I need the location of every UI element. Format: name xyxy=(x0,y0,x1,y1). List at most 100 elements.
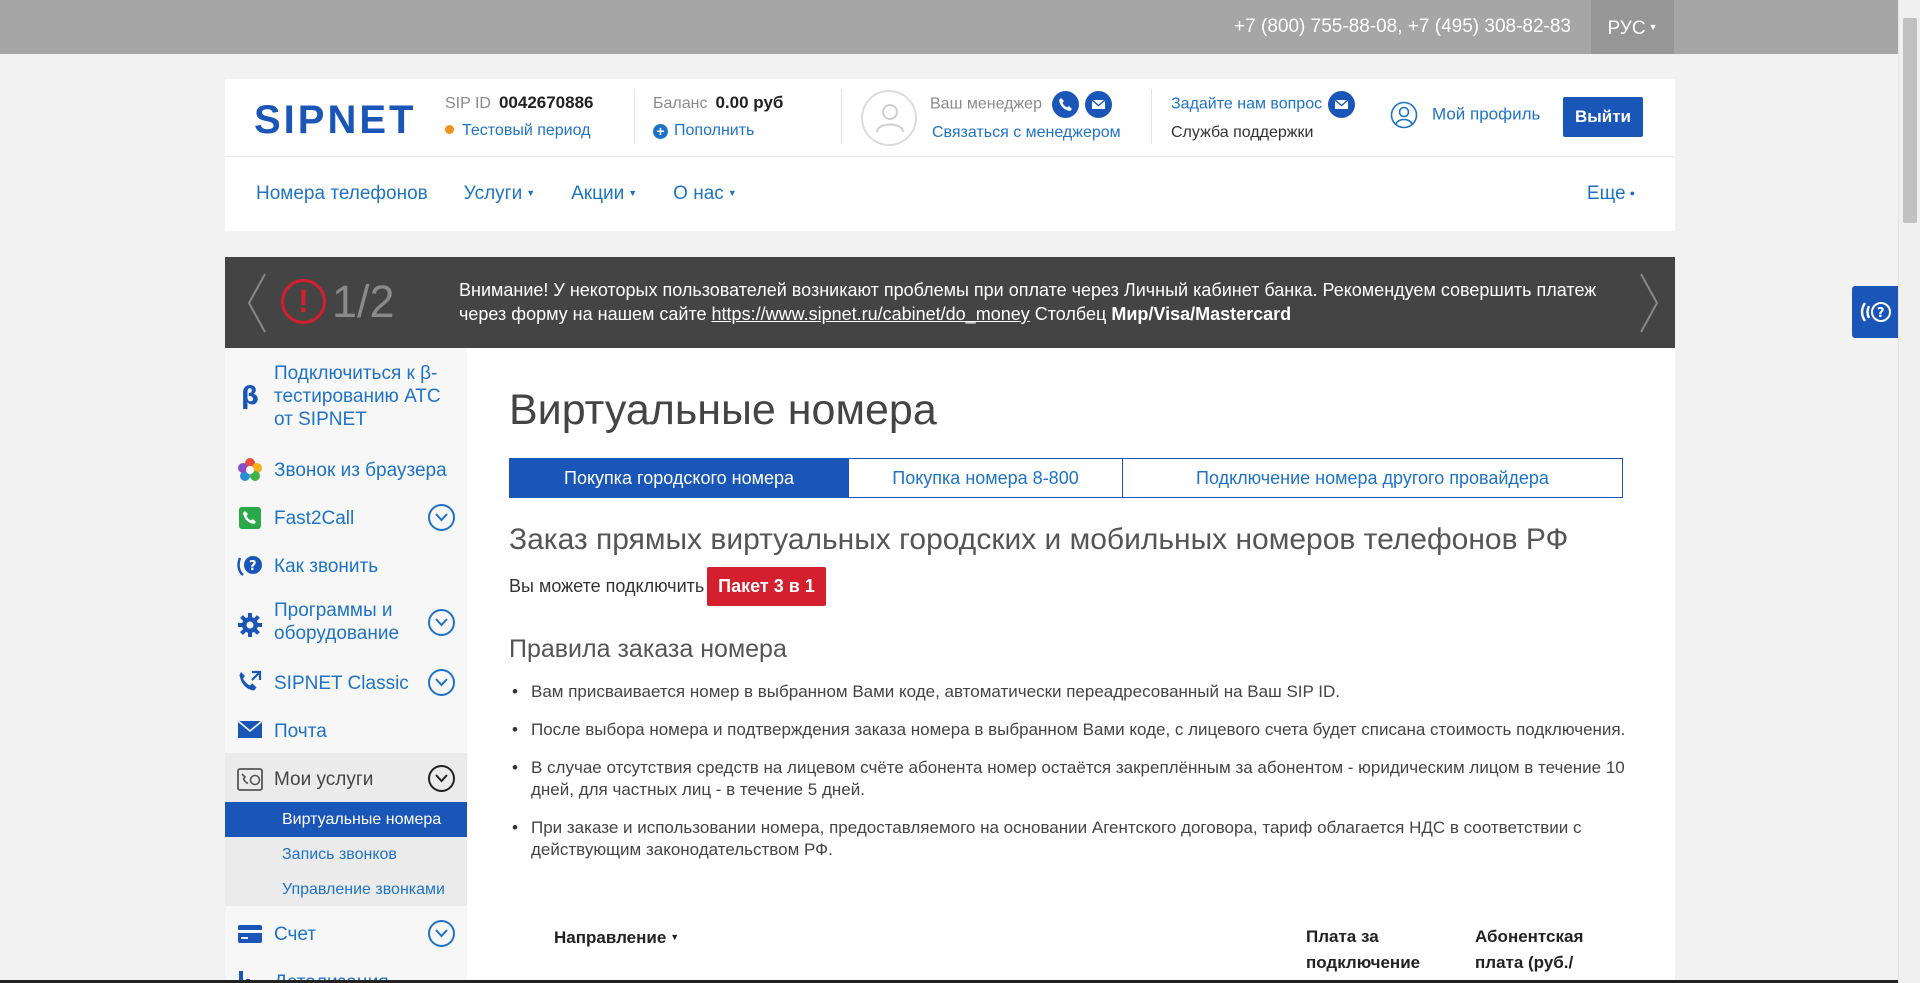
rules-list: Вам присваивается номер в выбранном Вами… xyxy=(509,681,1639,877)
flower-icon xyxy=(238,458,262,481)
notice-banner: ! 1/2 Внимание! У некоторых пользователе… xyxy=(225,257,1675,348)
svg-text:β: β xyxy=(241,381,259,409)
balance-info: Баланс 0.00 руб + Пополнить xyxy=(653,93,783,140)
package-3in1-button[interactable]: Пакет 3 в 1 xyxy=(707,567,826,606)
vertical-scrollbar[interactable] xyxy=(1898,0,1920,983)
sipnet-logo[interactable]: SIPNET xyxy=(254,98,416,143)
banner-next-arrow-icon[interactable] xyxy=(1637,272,1661,334)
sidebar-item-beta-ats[interactable]: β Подключиться к β-тестированию АТС от S… xyxy=(225,362,467,430)
main-content: Виртуальные номера Покупка городского но… xyxy=(467,348,1675,983)
column-header-connection-fee: Плата за подключение xyxy=(1306,927,1421,972)
column-header-direction[interactable]: Направление ▼ xyxy=(554,924,679,951)
clock-phone-icon xyxy=(237,768,263,791)
banner-prev-arrow-icon[interactable] xyxy=(245,272,269,334)
sidebar-sub-call-recording[interactable]: Запись звонков xyxy=(225,837,467,872)
purchase-tabs: Покупка городского номера Покупка номера… xyxy=(509,458,1623,498)
sidebar-item-my-services[interactable]: Мои услуги xyxy=(225,763,467,799)
caret-down-icon: ▼ xyxy=(727,188,737,198)
sidebar-item-software[interactable]: Программы и оборудование xyxy=(225,599,467,649)
phone-square-icon xyxy=(239,507,261,529)
manager-avatar xyxy=(861,90,917,146)
sidebar-sub-virtual-numbers[interactable]: Виртуальные номера xyxy=(225,802,467,837)
sidebar-sub-call-management[interactable]: Управление звонками xyxy=(225,872,467,907)
list-item: После выбора номера и подтверждения зака… xyxy=(509,719,1639,741)
caret-down-icon: ▼ xyxy=(628,188,638,198)
phone-outgoing-icon xyxy=(239,670,262,691)
trial-period-link[interactable]: Тестовый период xyxy=(445,122,594,140)
column-header-subscription-fee: Абонентская плата (руб./ xyxy=(1475,927,1584,972)
header-divider xyxy=(225,156,1675,157)
sidebar-item-how-to-call[interactable]: ? Как звонить xyxy=(225,550,467,586)
expand-chevron-icon[interactable] xyxy=(428,669,455,696)
banner-message: Внимание! У некоторых пользователей возн… xyxy=(459,280,1597,324)
credit-card-icon xyxy=(238,925,262,943)
language-selector[interactable]: РУС ▼ xyxy=(1591,0,1674,54)
top-bar: +7 (800) 755-88-08, +7 (495) 308-82-83 Р… xyxy=(0,0,1898,54)
sidebar-item-sipnet-classic[interactable]: SIPNET Classic xyxy=(225,667,467,703)
sidebar-item-fast2call[interactable]: Fast2Call xyxy=(225,502,467,538)
mail-icon[interactable] xyxy=(1328,91,1356,118)
envelope-icon xyxy=(237,720,263,738)
list-item: При заказе и использовании номера, предо… xyxy=(509,817,1639,861)
ask-question-link[interactable]: Задайте нам вопрос xyxy=(1171,96,1322,113)
list-item: Вам присваивается номер в выбранном Вами… xyxy=(509,681,1639,703)
banner-counter: 1/2 xyxy=(332,276,395,327)
user-circle-icon xyxy=(1390,101,1418,129)
expand-chevron-icon[interactable] xyxy=(428,504,455,531)
tab-8800-number[interactable]: Покупка номера 8-800 xyxy=(849,459,1123,497)
nav-promotions[interactable]: Акции ▼ xyxy=(571,183,637,204)
svg-text:?: ? xyxy=(249,559,257,574)
gear-icon xyxy=(238,613,262,637)
logout-button[interactable]: Выйти xyxy=(1563,97,1643,137)
mail-icon[interactable] xyxy=(1085,91,1113,118)
beta-icon: β xyxy=(241,381,259,409)
tab-other-provider[interactable]: Подключение номера другого провайдера xyxy=(1123,459,1622,497)
help-call-icon: ? xyxy=(237,556,262,576)
ask-block: Задайте нам вопрос Служба поддержки xyxy=(1171,91,1356,142)
expand-chevron-icon[interactable] xyxy=(428,609,455,636)
sidebar: Виртуальные номера Запись звонков Управл… xyxy=(225,348,467,983)
header: SIPNET SIP ID 0042670886 Тестовый период … xyxy=(225,79,1675,231)
divider xyxy=(634,89,635,144)
sidebar-item-browser-call[interactable]: Звонок из браузера xyxy=(225,454,467,490)
sort-caret-icon: ▼ xyxy=(670,932,680,942)
alert-icon: ! xyxy=(281,279,326,324)
plus-icon: + xyxy=(653,124,668,139)
manager-block: Ваш менеджер Связаться с менеджером xyxy=(930,91,1121,142)
divider xyxy=(1151,89,1152,144)
sidebar-item-mail[interactable]: Почта xyxy=(225,715,467,751)
sidebar-submenu: Виртуальные номера Запись звонков Управл… xyxy=(225,802,467,906)
connect-text: Вы можете подключить xyxy=(509,576,705,596)
divider xyxy=(841,89,842,144)
contact-manager-link[interactable]: Связаться с менеджером xyxy=(930,124,1121,142)
help-call-icon: ? xyxy=(1860,302,1891,322)
nav-more[interactable]: Еще ● xyxy=(1587,183,1635,205)
caret-down-icon: ● xyxy=(1629,188,1635,198)
balance-label: Баланс xyxy=(653,95,708,112)
topup-link[interactable]: + Пополнить xyxy=(653,122,783,140)
sip-id-value: 0042670886 xyxy=(498,93,594,112)
sip-id-label: SIP ID xyxy=(445,95,491,112)
phone-icon[interactable] xyxy=(1052,91,1080,118)
person-icon xyxy=(876,104,904,133)
nav-about[interactable]: О нас ▼ xyxy=(673,183,737,204)
expand-chevron-icon[interactable] xyxy=(428,920,455,947)
section-title: Заказ прямых виртуальных городских и моб… xyxy=(509,523,1569,556)
page-title: Виртуальные номера xyxy=(509,386,937,434)
banner-link[interactable]: https://www.sipnet.ru/cabinet/do_money xyxy=(712,304,1030,324)
support-phones: +7 (800) 755-88-08, +7 (495) 308-82-83 xyxy=(1234,16,1571,37)
rules-title: Правила заказа номера xyxy=(509,635,787,663)
support-label: Служба поддержки xyxy=(1171,124,1314,141)
sidebar-item-account[interactable]: Счет xyxy=(225,918,467,954)
help-widget-button[interactable]: ? xyxy=(1852,286,1898,338)
svg-text:?: ? xyxy=(1877,306,1885,321)
caret-down-icon: ▼ xyxy=(1648,22,1658,32)
caret-down-icon: ▼ xyxy=(526,188,536,198)
collapse-chevron-icon[interactable] xyxy=(428,765,455,792)
nav-services[interactable]: Услуги ▼ xyxy=(464,183,535,204)
balance-value: 0.00 руб xyxy=(715,93,784,112)
tab-city-number[interactable]: Покупка городского номера xyxy=(510,459,849,497)
scrollbar-thumb[interactable] xyxy=(1903,18,1917,223)
nav-phone-numbers[interactable]: Номера телефонов xyxy=(256,183,428,204)
my-profile-link[interactable]: Мой профиль xyxy=(1390,101,1540,129)
